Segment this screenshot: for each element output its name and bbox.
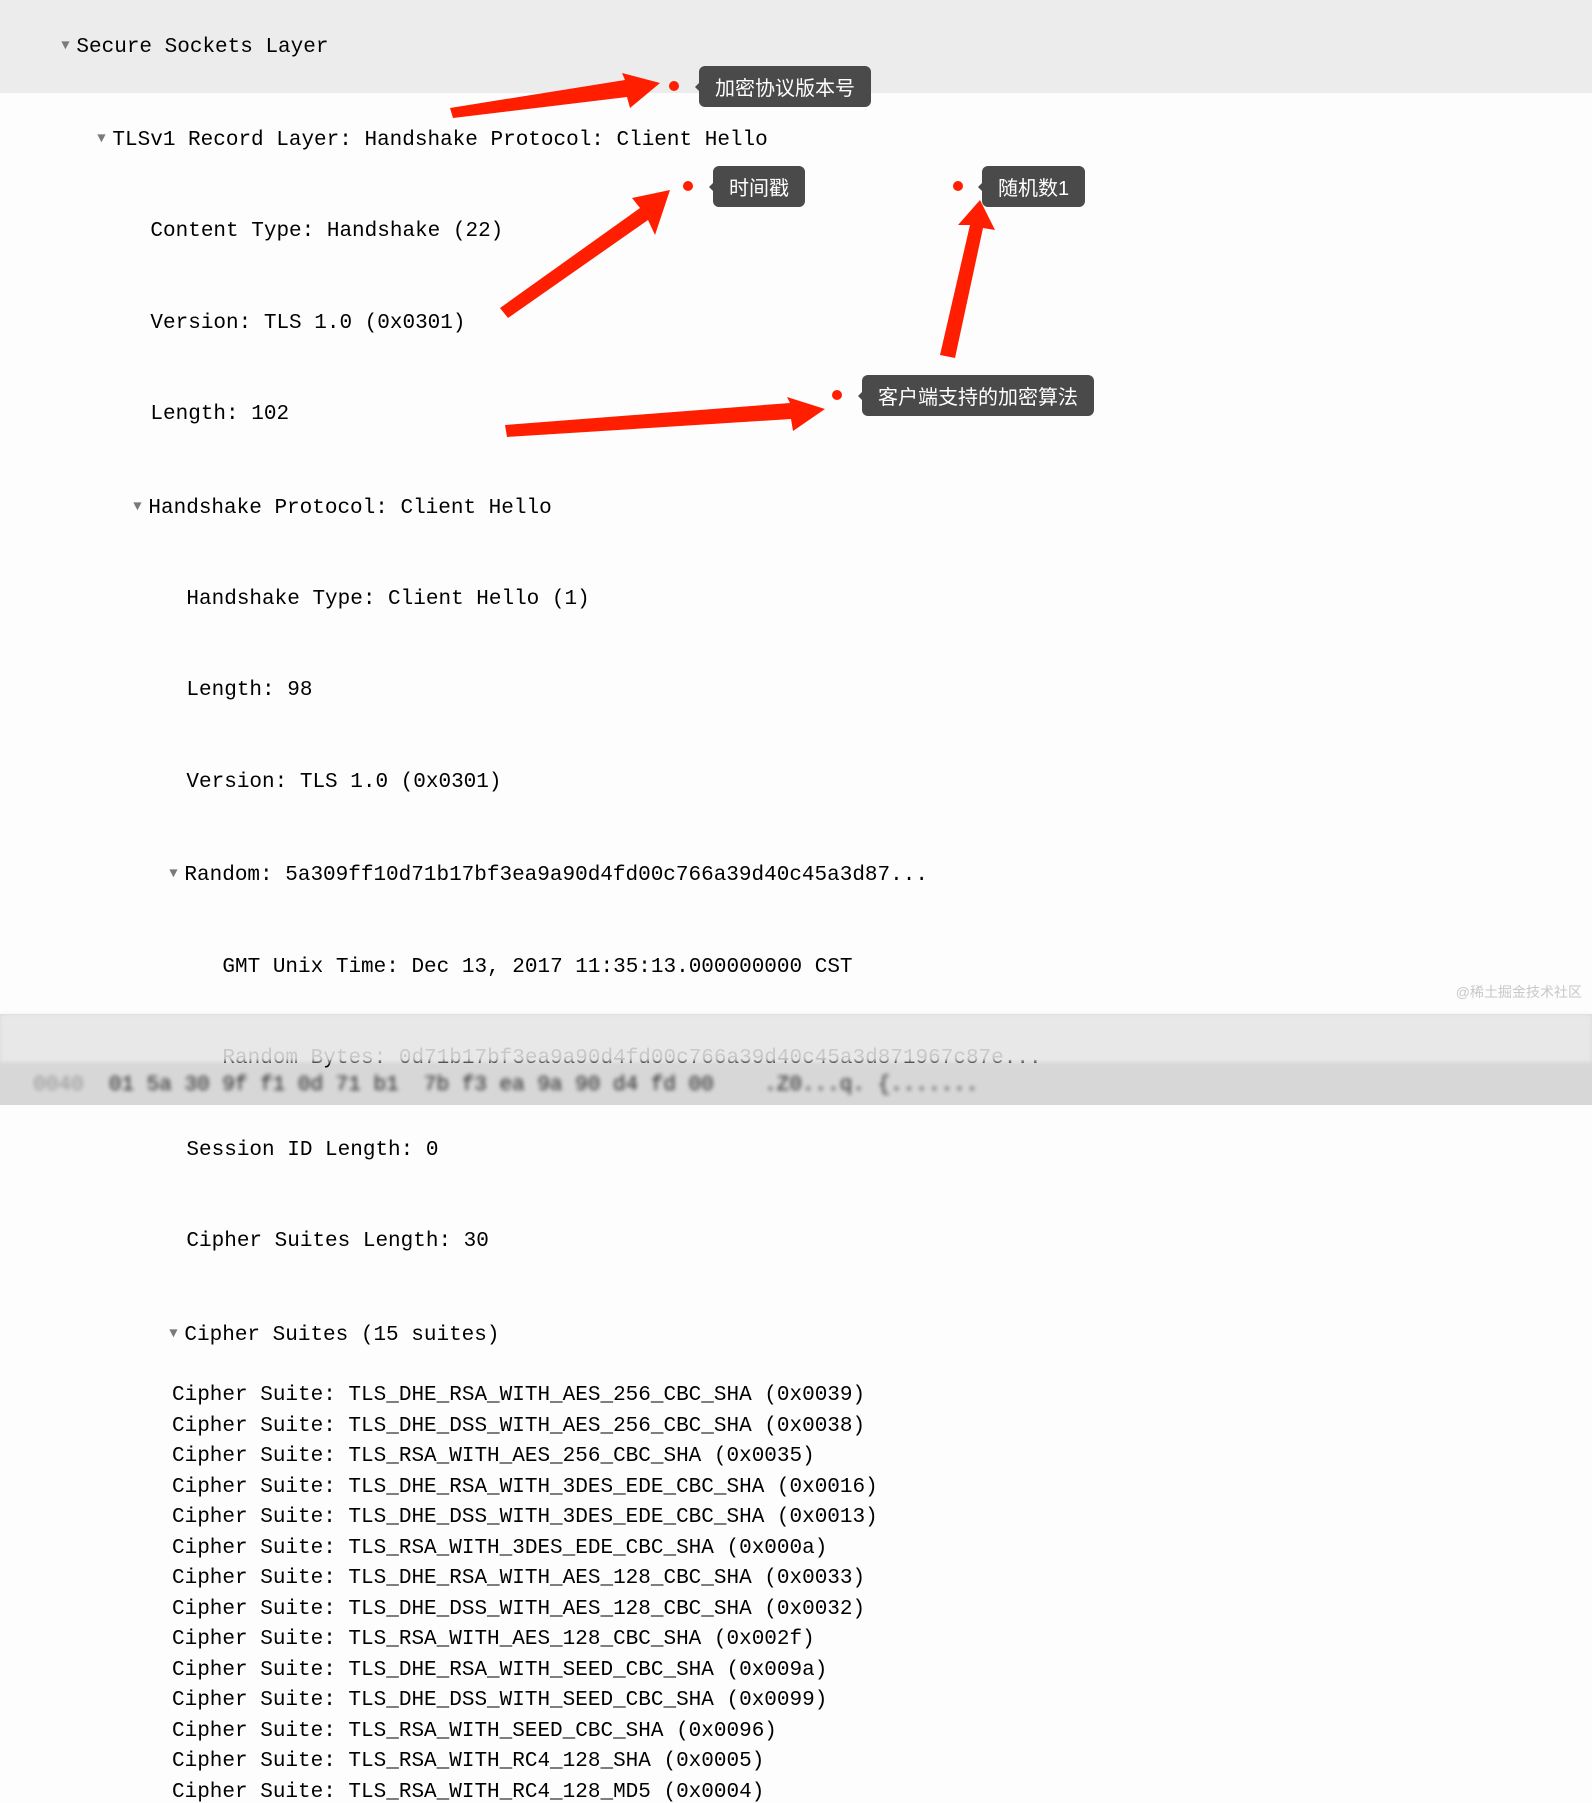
disclosure-triangle-icon[interactable]: ▼ — [164, 859, 182, 890]
tree-row-cipher-suite[interactable]: Cipher Suite: TLS_RSA_WITH_SEED_CBC_SHA … — [0, 1717, 1592, 1748]
field-label: Cipher Suite: TLS_DHE_RSA_WITH_SEED_CBC_… — [172, 1659, 827, 1682]
field-label: Handshake Protocol: Client Hello — [148, 496, 551, 519]
field-label: Cipher Suite: TLS_RSA_WITH_AES_256_CBC_S… — [172, 1445, 815, 1468]
tree-row-cipher-suite[interactable]: Cipher Suite: TLS_RSA_WITH_AES_256_CBC_S… — [0, 1442, 1592, 1473]
tree-row-cipher-suite[interactable]: Cipher Suite: TLS_RSA_WITH_RC4_128_MD5 (… — [0, 1778, 1592, 1803]
tree-row-handshake[interactable]: ▼Handshake Protocol: Client Hello — [0, 461, 1592, 554]
tree-row-gmt-time[interactable]: GMT Unix Time: Dec 13, 2017 11:35:13.000… — [0, 922, 1592, 1014]
tree-row-hs-version[interactable]: Version: TLS 1.0 (0x0301) — [0, 737, 1592, 829]
tree-row-length[interactable]: Length: 102 — [0, 370, 1592, 462]
tree-row-session-id-length[interactable]: Session ID Length: 0 — [0, 1105, 1592, 1197]
annotation-dot — [669, 81, 679, 91]
field-label: Cipher Suite: TLS_RSA_WITH_RC4_128_SHA (… — [172, 1750, 764, 1773]
field-label: Cipher Suite: TLS_RSA_WITH_AES_128_CBC_S… — [172, 1628, 815, 1651]
annotation-time: 时间戳 — [713, 166, 805, 207]
field-label: Cipher Suite: TLS_DHE_RSA_WITH_AES_128_C… — [172, 1567, 865, 1590]
tree-row-cipher-suite[interactable]: Cipher Suite: TLS_DHE_RSA_WITH_AES_128_C… — [0, 1564, 1592, 1595]
field-label: Cipher Suite: TLS_RSA_WITH_RC4_128_MD5 (… — [172, 1781, 764, 1803]
tree-row-cipher-suite[interactable]: Cipher Suite: TLS_DHE_DSS_WITH_AES_128_C… — [0, 1595, 1592, 1626]
disclosure-triangle-icon[interactable]: ▼ — [92, 124, 110, 155]
packet-details-tree[interactable]: ▼Secure Sockets Layer ▼TLSv1 Record Laye… — [0, 0, 1592, 1803]
field-label: Cipher Suite: TLS_DHE_RSA_WITH_AES_256_C… — [172, 1384, 865, 1407]
field-label: Cipher Suite: TLS_RSA_WITH_SEED_CBC_SHA … — [172, 1720, 777, 1743]
field-label: Secure Sockets Layer — [76, 35, 328, 58]
annotation-dot — [832, 390, 842, 400]
field-label: Cipher Suite: TLS_RSA_WITH_3DES_EDE_CBC_… — [172, 1537, 827, 1560]
annotation-version: 加密协议版本号 — [699, 66, 871, 107]
tree-row-hs-length[interactable]: Length: 98 — [0, 646, 1592, 738]
tree-row-cipher-suites[interactable]: ▼Cipher Suites (15 suites) — [0, 1288, 1592, 1381]
tree-row-cipher-suites-length[interactable]: Cipher Suites Length: 30 — [0, 1197, 1592, 1289]
hex-dump-row[interactable]: 0040 01 5a 30 9f f1 0d 71 b1 7b f3 ea 9a… — [0, 1014, 1592, 1062]
annotation-rand1: 随机数1 — [982, 166, 1085, 207]
field-label: Length: 98 — [186, 679, 312, 702]
field-label: Session ID Length: 0 — [186, 1139, 438, 1162]
tree-row-cipher-suite[interactable]: Cipher Suite: TLS_DHE_RSA_WITH_AES_256_C… — [0, 1381, 1592, 1412]
field-label: Cipher Suite: TLS_DHE_RSA_WITH_3DES_EDE_… — [172, 1476, 878, 1499]
disclosure-triangle-icon[interactable]: ▼ — [56, 31, 74, 62]
field-label: Cipher Suite: TLS_DHE_DSS_WITH_AES_128_C… — [172, 1598, 865, 1621]
tree-row-cipher-suite[interactable]: Cipher Suite: TLS_RSA_WITH_AES_128_CBC_S… — [0, 1625, 1592, 1656]
tree-row-version[interactable]: Version: TLS 1.0 (0x0301) — [0, 278, 1592, 370]
disclosure-triangle-icon[interactable]: ▼ — [128, 492, 146, 523]
field-label: Version: TLS 1.0 (0x0301) — [150, 312, 465, 335]
field-label: TLSv1 Record Layer: Handshake Protocol: … — [112, 129, 767, 152]
field-label: Handshake Type: Client Hello (1) — [186, 588, 589, 611]
annotation-cipher: 客户端支持的加密算法 — [862, 375, 1094, 416]
tree-row-cipher-suite[interactable]: Cipher Suite: TLS_DHE_RSA_WITH_3DES_EDE_… — [0, 1473, 1592, 1504]
annotation-dot — [683, 181, 693, 191]
field-label: Cipher Suite: TLS_DHE_DSS_WITH_SEED_CBC_… — [172, 1689, 827, 1712]
field-label: Random: 5a309ff10d71b17bf3ea9a90d4fd00c7… — [184, 864, 928, 887]
watermark: @稀土掘金技术社区 — [1456, 982, 1582, 1002]
field-label: GMT Unix Time: Dec 13, 2017 11:35:13.000… — [222, 956, 852, 979]
field-label: Length: 102 — [150, 403, 289, 426]
tree-row-cipher-suite[interactable]: Cipher Suite: TLS_DHE_DSS_WITH_3DES_EDE_… — [0, 1503, 1592, 1534]
field-label: Content Type: Handshake (22) — [150, 220, 503, 243]
hex-offset: 0040 — [33, 1074, 83, 1097]
field-label: Version: TLS 1.0 (0x0301) — [186, 771, 501, 794]
disclosure-triangle-icon[interactable]: ▼ — [164, 1319, 182, 1350]
annotation-dot — [953, 181, 963, 191]
tree-row-hs-type[interactable]: Handshake Type: Client Hello (1) — [0, 554, 1592, 646]
tree-row-random[interactable]: ▼Random: 5a309ff10d71b17bf3ea9a90d4fd00c… — [0, 829, 1592, 922]
field-label: Cipher Suite: TLS_DHE_DSS_WITH_3DES_EDE_… — [172, 1506, 878, 1529]
tree-row-cipher-suite[interactable]: Cipher Suite: TLS_DHE_RSA_WITH_SEED_CBC_… — [0, 1656, 1592, 1687]
hex-bytes: 01 5a 30 9f f1 0d 71 b1 7b f3 ea 9a 90 d… — [84, 1074, 979, 1097]
tree-row-cipher-suite[interactable]: Cipher Suite: TLS_DHE_DSS_WITH_AES_256_C… — [0, 1412, 1592, 1443]
tree-row-cipher-suite[interactable]: Cipher Suite: TLS_RSA_WITH_RC4_128_SHA (… — [0, 1747, 1592, 1778]
tree-row-cipher-suite[interactable]: Cipher Suite: TLS_DHE_DSS_WITH_SEED_CBC_… — [0, 1686, 1592, 1717]
field-label: Cipher Suite: TLS_DHE_DSS_WITH_AES_256_C… — [172, 1415, 865, 1438]
tree-row-cipher-suite[interactable]: Cipher Suite: TLS_RSA_WITH_3DES_EDE_CBC_… — [0, 1534, 1592, 1565]
field-label: Cipher Suites Length: 30 — [186, 1230, 488, 1253]
field-label: Cipher Suites (15 suites) — [184, 1323, 499, 1346]
